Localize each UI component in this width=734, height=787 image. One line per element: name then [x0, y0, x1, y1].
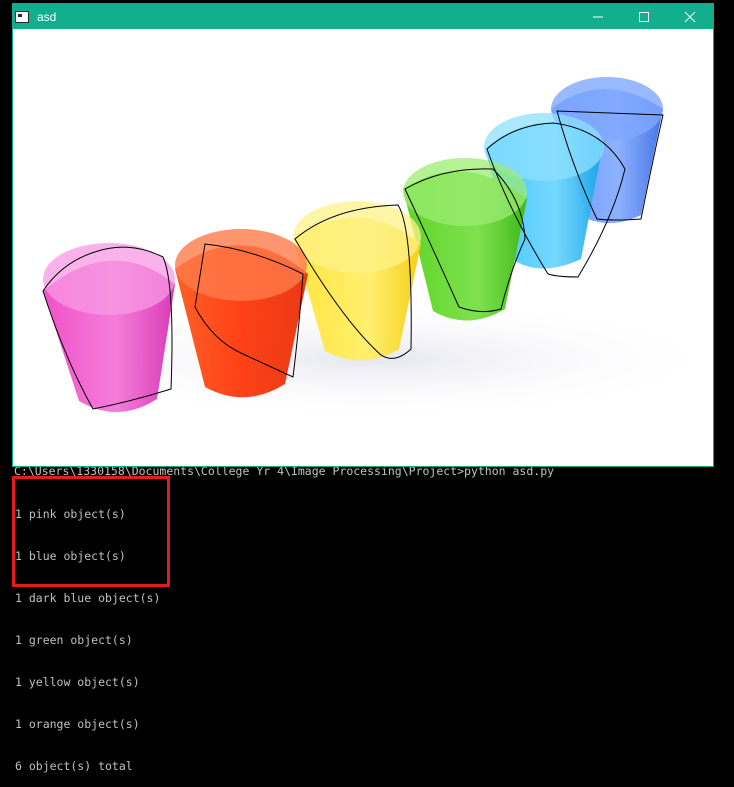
output-line-pink: 1 pink object(s)	[15, 507, 126, 521]
close-icon	[684, 11, 696, 22]
window-controls	[575, 4, 713, 29]
minimize-button[interactable]	[575, 4, 621, 29]
image-canvas	[13, 29, 713, 466]
output-line-dark-blue: 1 dark blue object(s)	[15, 591, 161, 605]
maximize-button[interactable]	[621, 4, 667, 29]
image-window: asd	[12, 3, 714, 467]
output-line-total: 6 object(s) total	[15, 759, 133, 773]
close-button[interactable]	[667, 4, 713, 29]
console-output: 1 pink object(s) 1 blue object(s) 1 dark…	[15, 479, 160, 787]
output-line-green: 1 green object(s)	[15, 633, 133, 647]
output-line-blue: 1 blue object(s)	[15, 549, 126, 563]
minimize-icon	[593, 16, 603, 17]
app-icon	[15, 10, 29, 23]
output-line-orange: 1 orange object(s)	[15, 717, 140, 731]
output-line-yellow: 1 yellow object(s)	[15, 675, 140, 689]
title-bar[interactable]: asd	[13, 4, 713, 29]
window-title: asd	[37, 9, 57, 24]
cups-image	[13, 29, 713, 466]
maximize-icon	[639, 11, 649, 22]
